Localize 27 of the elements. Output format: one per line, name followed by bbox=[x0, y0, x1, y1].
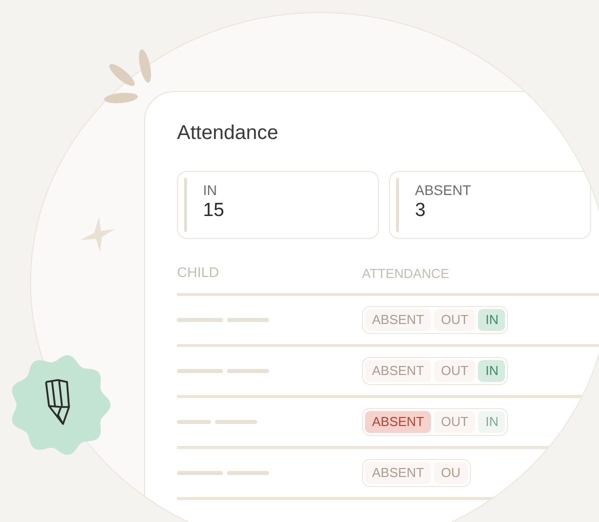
name-placeholder-bar bbox=[227, 318, 269, 322]
attendance-option[interactable]: OUT bbox=[434, 410, 476, 434]
attendance-option[interactable]: ABSENT bbox=[365, 410, 432, 434]
name-placeholder-bar bbox=[177, 369, 223, 373]
star-icon bbox=[80, 217, 115, 252]
attendance-option[interactable]: ABSENT bbox=[365, 360, 432, 382]
name-placeholder-bar bbox=[227, 369, 269, 373]
attendance-option[interactable]: ABSENT bbox=[365, 308, 432, 332]
attendance-option[interactable]: IN bbox=[478, 360, 506, 382]
stat-value: 3 bbox=[415, 198, 427, 223]
attendance-option[interactable]: IN bbox=[478, 410, 506, 434]
stat-label: ABSENT bbox=[415, 182, 472, 199]
attendance-option[interactable]: IN bbox=[478, 308, 506, 332]
name-placeholder-bar bbox=[215, 420, 257, 424]
attendance-option[interactable]: ABSENT bbox=[365, 462, 432, 484]
stat-label: IN bbox=[203, 182, 218, 199]
attendance-option[interactable]: OUT bbox=[434, 360, 476, 382]
panel-title: Attendance bbox=[177, 121, 280, 146]
name-placeholder-bar bbox=[227, 471, 269, 475]
stat-value: 15 bbox=[203, 198, 224, 223]
column-header: CHILD bbox=[177, 264, 220, 280]
attendance-option[interactable]: OUT bbox=[434, 308, 476, 332]
column-header: ATTENDANCE bbox=[362, 266, 450, 280]
attendance-option[interactable]: OU bbox=[434, 462, 468, 484]
name-placeholder-bar bbox=[177, 420, 211, 424]
name-placeholder-bar bbox=[177, 471, 223, 475]
name-placeholder-bar bbox=[177, 318, 223, 322]
